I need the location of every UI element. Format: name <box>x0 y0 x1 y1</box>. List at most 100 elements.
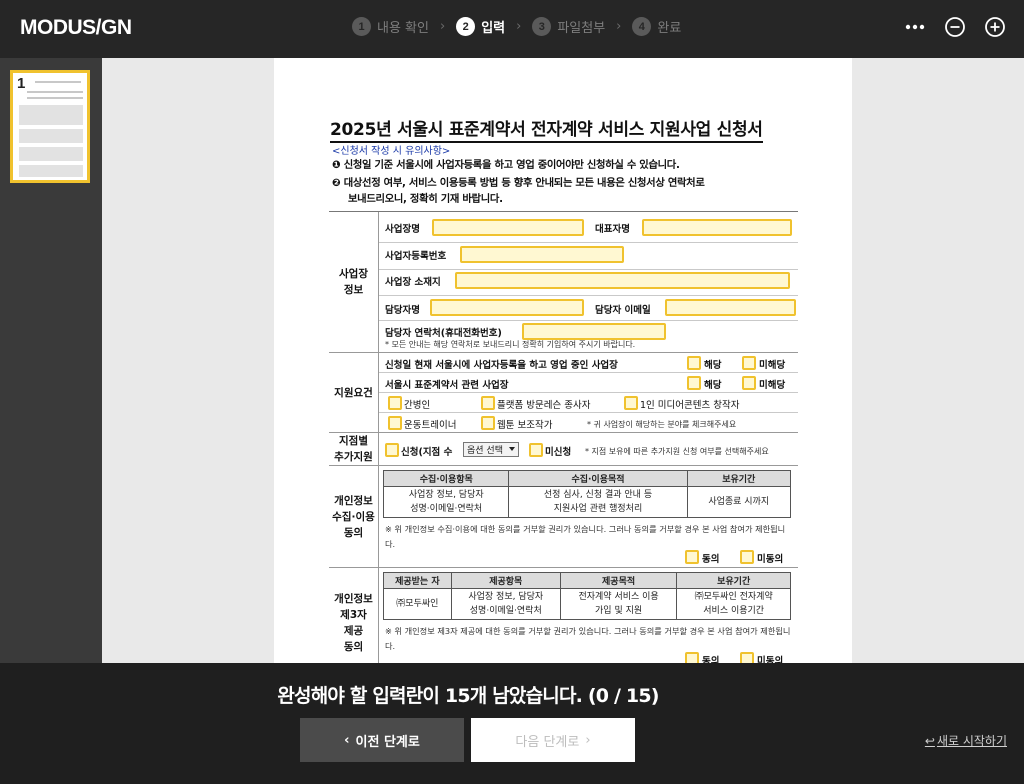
branch-not-apply-checkbox[interactable] <box>529 443 543 457</box>
phone-note: * 모든 안내는 해당 연락처로 보내드리니 정확히 기입하여 주시기 바랍니다… <box>385 340 636 349</box>
table-cell: ㈜모두싸인 전자계약 서비스 이용기간 <box>676 588 791 620</box>
business-name-field[interactable] <box>432 219 584 236</box>
option-media-creator-checkbox[interactable] <box>624 396 638 410</box>
table-header: 보유기간 <box>676 572 791 589</box>
table-cell: ㈜모두싸인 <box>383 588 452 620</box>
business-info-heading-text: 사업장 정보 <box>339 268 368 296</box>
options-note: * 귀 사업장이 해당하는 분야를 체크해주세요 <box>587 420 737 429</box>
step-1-number: 1 <box>352 17 371 36</box>
table-row: ㈜모두싸인 사업장 정보, 담당자 성명·이메일·연락처 전자계약 서비스 이용… <box>383 588 791 620</box>
table-header: 제공받는 자 <box>383 572 452 589</box>
option-platform-lesson-checkbox[interactable] <box>481 396 495 410</box>
step-3-label: 파일첨부 <box>557 21 606 36</box>
step-2-number: 2 <box>456 17 476 36</box>
next-step-label: 다음 단계로 <box>515 734 580 750</box>
chevron-right-icon: › <box>516 19 522 34</box>
branch-apply-checkbox[interactable] <box>385 443 399 457</box>
chevron-right-icon: › <box>439 19 446 34</box>
page-thumbnail[interactable]: 1 <box>10 70 90 183</box>
zoom-in-icon[interactable] <box>982 14 1008 40</box>
q1-yes-checkbox[interactable] <box>687 356 701 370</box>
more-options-icon[interactable] <box>902 14 928 40</box>
row-divider <box>379 295 798 296</box>
dropdown-arrow-icon <box>509 447 515 451</box>
undo-arrow-icon: ↩ <box>924 733 935 748</box>
third-disagree-checkbox[interactable] <box>740 652 754 663</box>
thumbnail-preview-line <box>27 97 83 99</box>
option-trainer-label: 운동트레이너 <box>404 420 457 431</box>
document-viewer[interactable]: 2025년 서울시 표준계약서 전자계약 서비스 지원사업 신청서 <신청서 작… <box>102 58 1024 663</box>
thumbnail-preview-block <box>19 129 83 143</box>
row-divider <box>379 372 798 373</box>
option-caregiver-checkbox[interactable] <box>388 396 402 410</box>
option-trainer-checkbox[interactable] <box>388 416 402 430</box>
notice-title: <신청서 작성 시 유의사항> <box>332 146 451 157</box>
notice-2-cont: 보내드리오니, 정확히 기재 바랍니다. <box>348 193 503 205</box>
thumbnail-preview-line <box>35 81 81 83</box>
manager-phone-field[interactable] <box>522 323 666 340</box>
manager-field[interactable] <box>430 299 584 316</box>
thumbnail-preview-block <box>19 165 83 177</box>
row-divider <box>379 242 798 243</box>
notice-1: ❶ 신청일 기준 서울시에 사업자등록을 하고 영업 중이어야만 신청하실 수 … <box>332 159 680 171</box>
manager-email-label: 담당자 이메일 <box>595 305 651 316</box>
step-indicator: 1 내용 확인 › 2 입력 › 3 파일첨부 › 4 완료 <box>352 17 681 36</box>
table-cell: 사업장 정보, 담당자 성명·이메일·연락처 <box>382 486 510 518</box>
reg-number-label: 사업자등록번호 <box>385 251 447 262</box>
next-step-button[interactable]: 다음 단계로 › <box>471 718 635 762</box>
table-cell: 사업장 정보, 담당자 성명·이메일·연락처 <box>450 588 561 620</box>
app-logo: MODUS/GN <box>20 16 132 39</box>
step-2-label: 입력 <box>481 21 506 36</box>
third-agree-label: 동의 <box>702 656 720 663</box>
reg-number-field[interactable] <box>460 246 624 263</box>
table-row: 사업장 정보, 담당자 성명·이메일·연락처 선정 심사, 신청 결과 안내 등… <box>382 486 791 518</box>
branch-count-select[interactable]: 옵션 선택 <box>463 442 519 457</box>
table-header-row: 제공받는 자 제공항목 제공목적 보유기간 <box>383 572 791 589</box>
manager-label: 담당자명 <box>385 305 420 316</box>
eligibility-q2: 서울시 표준계약서 관련 사업장 <box>385 380 509 391</box>
privacy-third-section: 개인정보 제3자 제공 동의 제공받는 자 제공항목 제공목적 보유기간 ㈜모두… <box>329 568 798 663</box>
step-4-number: 4 <box>632 17 652 36</box>
branch-section: 지점별 추가지원 신청(지점 수 옵션 선택 미신청 * 지점 보유에 따른 추… <box>329 433 798 466</box>
collect-agree-label: 동의 <box>702 554 720 565</box>
collect-disagree-checkbox[interactable] <box>740 550 754 564</box>
table-cell: 선정 심사, 신청 결과 안내 등 지원사업 관련 행정처리 <box>508 486 688 518</box>
option-webtoon-checkbox[interactable] <box>481 416 495 430</box>
table-cell: 사업종료 시까지 <box>686 486 791 518</box>
table-cell: 전자계약 서비스 이용 가입 및 지원 <box>559 588 678 620</box>
table-header: 수집·이용목적 <box>508 470 688 487</box>
collect-agree-checkbox[interactable] <box>685 550 699 564</box>
thumbnail-preview-block <box>19 105 83 125</box>
manager-email-field[interactable] <box>665 299 796 316</box>
zoom-out-icon[interactable] <box>942 14 968 40</box>
privacy-third-heading-text: 개인정보 제3자 제공 동의 <box>334 593 373 653</box>
privacy-collect-section: 개인정보 수집·이용 동의 수집·이용항목 수집·이용목적 보유기간 사업장 정… <box>329 466 798 568</box>
prev-step-label: 이전 단계로 <box>355 734 420 750</box>
q2-yes-label: 해당 <box>704 380 722 391</box>
q1-no-checkbox[interactable] <box>742 356 756 370</box>
q2-yes-checkbox[interactable] <box>687 376 701 390</box>
option-webtoon-label: 웹툰 보조작가 <box>497 420 553 431</box>
thumbnail-preview-block <box>19 147 83 161</box>
table-header: 수집·이용항목 <box>382 470 510 487</box>
third-agree-checkbox[interactable] <box>685 652 699 663</box>
step-4-label: 완료 <box>657 21 682 36</box>
row-divider <box>379 412 798 413</box>
branch-heading: 지점별 추가지원 <box>329 433 379 465</box>
ceo-name-label: 대표자명 <box>595 224 630 235</box>
q2-no-checkbox[interactable] <box>742 376 756 390</box>
restart-link[interactable]: ↩ 새로 시작하기 <box>925 732 1007 749</box>
bottom-bar: 완성해야 할 입력란이 15개 남았습니다. (0 / 15) ‹ 이전 단계로… <box>0 663 1024 784</box>
third-disagree-label: 미동의 <box>757 656 784 663</box>
prev-step-button[interactable]: ‹ 이전 단계로 <box>300 718 464 762</box>
address-field[interactable] <box>455 272 790 289</box>
restart-label: 새로 시작하기 <box>936 734 1007 748</box>
eligibility-heading: 지원요건 <box>329 353 379 432</box>
business-name-label: 사업장명 <box>385 224 420 235</box>
thumbnail-page-number: 1 <box>17 75 26 92</box>
step-4: 4 완료 <box>632 17 681 36</box>
table-header: 보유기간 <box>686 470 791 487</box>
q1-yes-label: 해당 <box>704 360 722 371</box>
ceo-name-field[interactable] <box>642 219 792 236</box>
collect-disagree-label: 미동의 <box>757 554 784 565</box>
